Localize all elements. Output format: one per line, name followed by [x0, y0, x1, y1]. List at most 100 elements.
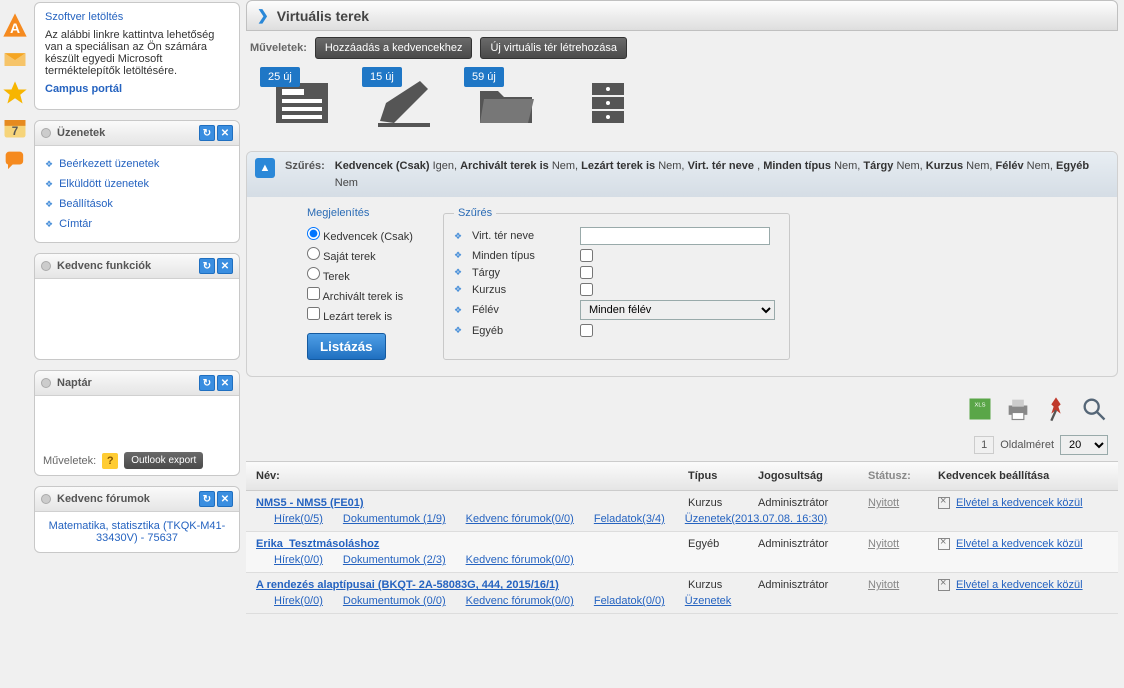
download-box: Szoftver letöltés Az alábbi linkre katti…: [34, 2, 240, 110]
page-title: Virtuális terek: [277, 8, 369, 24]
refresh-icon[interactable]: ↻: [199, 258, 215, 274]
tile-folder[interactable]: 59 új: [474, 77, 538, 129]
calendar-box: Naptár ↻✕ Műveletek: ? Outlook export: [34, 370, 240, 476]
msg-dir[interactable]: Címtár: [59, 218, 92, 230]
badge: 59 új: [464, 67, 504, 87]
row-name-link[interactable]: NMS5 - NMS5 (FE01): [256, 497, 364, 509]
campus-portal-link[interactable]: Campus portál: [45, 83, 122, 95]
list-button[interactable]: Listázás: [307, 333, 386, 360]
msg-sent[interactable]: Elküldött üzenetek: [59, 178, 149, 190]
rail-cal-icon[interactable]: 7: [1, 113, 29, 141]
calendar-title: Naptár: [57, 377, 92, 389]
msg-inbox[interactable]: Beérkezett üzenetek: [59, 158, 159, 170]
name-input[interactable]: [580, 227, 770, 245]
page-header: ❯ Virtuális terek: [246, 0, 1118, 31]
rail-chat-icon[interactable]: [1, 147, 29, 175]
opt-closed[interactable]: Lezárt terek is: [307, 305, 413, 325]
row-sublink[interactable]: Dokumentumok (0/0): [343, 595, 446, 607]
badge: 15 új: [362, 67, 402, 87]
close-icon[interactable]: ✕: [217, 258, 233, 274]
remove-fav-icon[interactable]: [938, 538, 950, 550]
tile-news[interactable]: 25 új: [270, 77, 334, 129]
row-name-link[interactable]: Erika_Tesztmásoláshoz: [256, 538, 379, 550]
favforum-box: Kedvenc fórumok ↻✕ Matematika, statiszti…: [34, 486, 240, 553]
row-status[interactable]: Nyitott: [868, 538, 899, 550]
felev-select[interactable]: Minden félév: [580, 300, 775, 320]
calendar-ops: Műveletek: ? Outlook export: [35, 446, 239, 475]
felev-label: Félév: [472, 304, 572, 316]
close-icon[interactable]: ✕: [217, 375, 233, 391]
rail-star-icon[interactable]: [1, 79, 29, 107]
table-row: A rendezés alaptípusai (BKQT- 2A-58083G,…: [246, 573, 1118, 614]
remove-fav-link[interactable]: Elvétel a kedvencek közül: [956, 538, 1083, 550]
messages-list: ❖Beérkezett üzenetek ❖Elküldött üzenetek…: [45, 154, 229, 234]
kurzus-label: Kurzus: [472, 284, 572, 296]
favfn-box: Kedvenc funkciók ↻✕: [34, 253, 240, 360]
close-icon[interactable]: ✕: [217, 491, 233, 507]
opt-spaces[interactable]: Terek: [307, 265, 413, 285]
pin-icon[interactable]: [1042, 395, 1070, 423]
refresh-icon[interactable]: ↻: [199, 125, 215, 141]
remove-fav-icon[interactable]: [938, 579, 950, 591]
tile-edit[interactable]: 15 új: [372, 77, 436, 129]
row-sublink[interactable]: Kedvenc fórumok(0/0): [466, 554, 574, 566]
row-sublink[interactable]: Üzenetek: [685, 595, 731, 607]
egyeb-checkbox[interactable]: [580, 324, 593, 337]
tile-archive[interactable]: [576, 77, 640, 129]
opt-fav[interactable]: Kedvencek (Csak): [307, 225, 413, 245]
rail-mail-icon[interactable]: [1, 45, 29, 73]
remove-fav-link[interactable]: Elvétel a kedvencek közül: [956, 497, 1083, 509]
refresh-icon[interactable]: ↻: [199, 491, 215, 507]
opt-archived[interactable]: Archivált terek is: [307, 285, 413, 305]
type-checkbox[interactable]: [580, 249, 593, 262]
row-sublink[interactable]: Hírek(0/5): [274, 513, 323, 525]
row-role: Adminisztrátor: [758, 579, 868, 591]
row-sublink[interactable]: Hírek(0/0): [274, 595, 323, 607]
row-name-link[interactable]: A rendezés alaptípusai (BKQT- 2A-58083G,…: [256, 579, 559, 591]
svg-text:A: A: [10, 20, 20, 36]
collapse-icon[interactable]: ▲: [255, 158, 275, 178]
outlook-export-button[interactable]: Outlook export: [124, 452, 203, 469]
favforum-item[interactable]: Matematika, statisztika (TKQK-M41-33430V…: [49, 520, 226, 544]
opt-own[interactable]: Saját terek: [307, 245, 413, 265]
new-space-button[interactable]: Új virtuális tér létrehozása: [480, 37, 627, 59]
row-sublink[interactable]: Üzenetek(2013.07.08. 16:30): [685, 513, 828, 525]
row-sublink[interactable]: Kedvenc fórumok(0/0): [466, 595, 574, 607]
download-text: Az alábbi linkre kattintva lehetőség van…: [45, 29, 229, 77]
table-header: Név: Típus Jogosultság Státusz: Kedvence…: [246, 461, 1118, 491]
kurzus-checkbox[interactable]: [580, 283, 593, 296]
xls-icon[interactable]: XLS: [966, 395, 994, 423]
close-icon[interactable]: ✕: [217, 125, 233, 141]
messages-box: Üzenetek ↻✕ ❖Beérkezett üzenetek ❖Elküld…: [34, 120, 240, 243]
refresh-icon[interactable]: ↻: [199, 375, 215, 391]
row-status[interactable]: Nyitott: [868, 497, 899, 509]
egyeb-label: Egyéb: [472, 325, 572, 337]
row-sublink[interactable]: Kedvenc fórumok(0/0): [466, 513, 574, 525]
page-number[interactable]: 1: [974, 436, 994, 454]
remove-fav-icon[interactable]: [938, 497, 950, 509]
messages-title: Üzenetek: [57, 127, 105, 139]
archive-icon: [576, 77, 640, 129]
row-sublink[interactable]: Dokumentumok (1/9): [343, 513, 446, 525]
rail-a-icon[interactable]: A: [1, 11, 29, 39]
search-icon[interactable]: [1080, 395, 1108, 423]
msg-settings[interactable]: Beállítások: [59, 198, 113, 210]
targy-checkbox[interactable]: [580, 266, 593, 279]
row-sublink[interactable]: Feladatok(0/0): [594, 595, 665, 607]
row-type: Kurzus: [688, 497, 758, 509]
remove-fav-link[interactable]: Elvétel a kedvencek közül: [956, 579, 1083, 591]
help-icon[interactable]: ?: [102, 453, 118, 469]
table-row: Erika_Tesztmásoláshoz Egyéb Adminisztrát…: [246, 532, 1118, 573]
page-size-select[interactable]: 20: [1060, 435, 1108, 455]
print-icon[interactable]: [1004, 395, 1032, 423]
svg-text:7: 7: [12, 125, 18, 138]
favfn-title: Kedvenc funkciók: [57, 260, 151, 272]
display-title: Megjelenítés: [307, 207, 413, 219]
row-sublink[interactable]: Dokumentumok (2/3): [343, 554, 446, 566]
filter-label: Szűrés:: [285, 160, 325, 172]
row-status[interactable]: Nyitott: [868, 579, 899, 591]
row-sublink[interactable]: Feladatok(3/4): [594, 513, 665, 525]
row-sublink[interactable]: Hírek(0/0): [274, 554, 323, 566]
add-to-favorites-button[interactable]: Hozzáadás a kedvencekhez: [315, 37, 473, 59]
download-link[interactable]: Szoftver letöltés: [45, 11, 123, 23]
